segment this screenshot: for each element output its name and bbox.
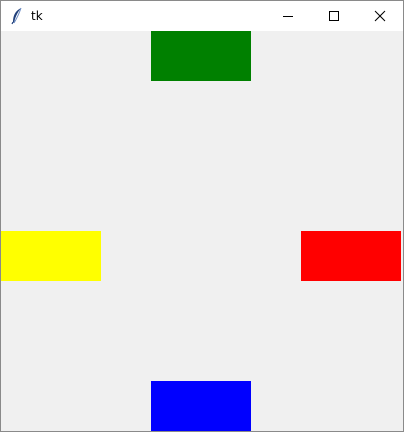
minimize-icon	[282, 7, 294, 26]
maximize-icon	[328, 7, 340, 26]
minimize-button[interactable]	[265, 1, 311, 31]
feather-icon	[10, 7, 24, 25]
close-icon	[374, 7, 386, 26]
canvas-area[interactable]	[1, 31, 403, 431]
blue-block	[151, 381, 251, 431]
window-title: tk	[31, 9, 43, 23]
app-window: tk	[0, 0, 404, 432]
red-block	[301, 231, 401, 281]
yellow-block	[1, 231, 101, 281]
title-bar[interactable]: tk	[1, 1, 403, 31]
green-block	[151, 31, 251, 81]
maximize-button[interactable]	[311, 1, 357, 31]
close-button[interactable]	[357, 1, 403, 31]
